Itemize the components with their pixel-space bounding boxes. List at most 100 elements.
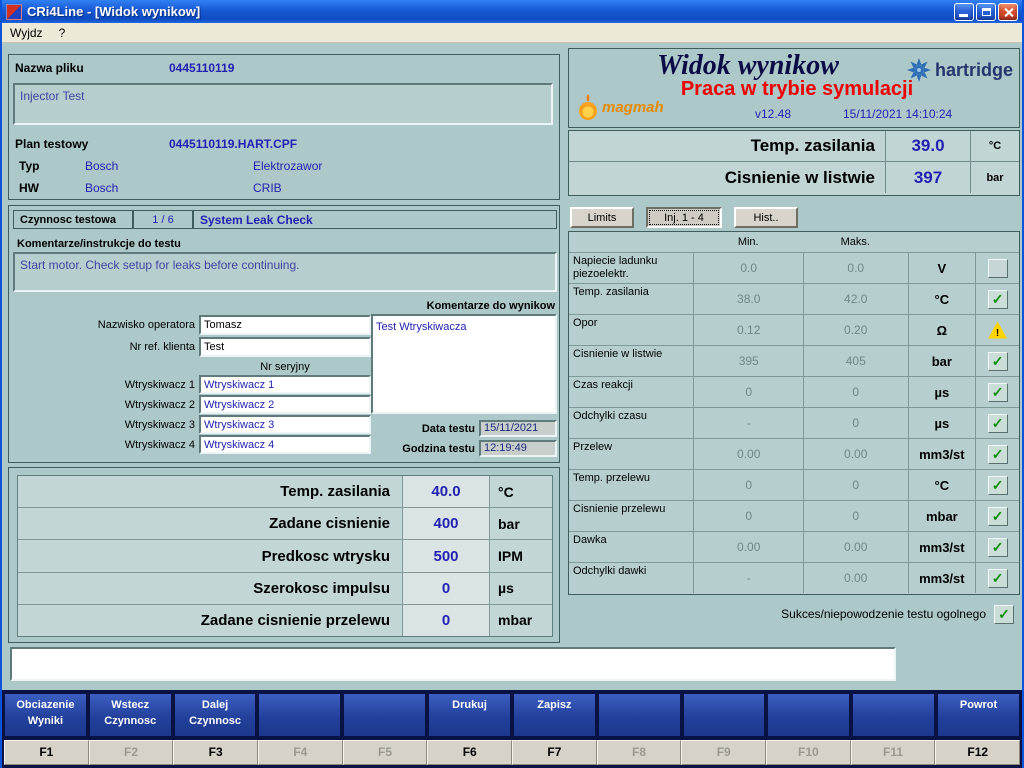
result-label: Temp. przelewu <box>569 470 693 500</box>
tab-inj-1-4[interactable]: Inj. 1 - 4 <box>646 207 722 228</box>
live-row: Temp. zasilania 39.0 °C <box>569 131 1019 162</box>
fn-button-f8[interactable] <box>598 693 681 737</box>
test-title-text: Injector Test <box>20 89 84 103</box>
tab-limits[interactable]: Limits <box>570 207 634 228</box>
injector-1-input[interactable] <box>199 375 371 394</box>
step-label: Czynnosc testowa <box>20 214 116 226</box>
fn-key-f9[interactable]: F9 <box>681 740 766 765</box>
setpoint-label: Zadane cisnienie przelewu <box>18 605 402 636</box>
fn-key-f3[interactable]: F3 <box>173 740 258 765</box>
header-panel: Widok wynikow Praca w trybie symulacji v… <box>568 48 1020 128</box>
status-icon: ✓ <box>988 507 1008 526</box>
fn-button-f7[interactable]: Zapisz <box>513 693 596 737</box>
result-max: 405 <box>803 346 908 376</box>
fn-button-f1[interactable]: ObciazenieWyniki <box>4 693 87 737</box>
setpoint-label: Predkosc wtrysku <box>18 540 402 571</box>
result-row: Przelew 0.00 0.00 mm3/st ✓ <box>569 438 1019 469</box>
fn-key-f2[interactable]: F2 <box>89 740 174 765</box>
step-counter: 1 / 6 <box>152 214 173 226</box>
window-title: CRi4Line - [Widok wynikow] <box>27 4 949 19</box>
fn-button-f4[interactable] <box>258 693 341 737</box>
close-button[interactable] <box>998 3 1018 21</box>
restore-icon <box>982 8 991 16</box>
step-name: System Leak Check <box>200 213 313 227</box>
step-name-box: System Leak Check <box>193 210 557 229</box>
result-label: Opor <box>569 315 693 345</box>
setpoint-label: Szerokosc impulsu <box>18 573 402 604</box>
app-window: CRi4Line - [Widok wynikow] Wyjdz ? Nazwa… <box>0 0 1024 768</box>
result-max: 0.00 <box>803 439 908 469</box>
test-time-value: 12:19:49 <box>479 440 557 457</box>
results-panel: Min. Maks. Napiecie ladunku piezoelektr.… <box>568 231 1020 595</box>
test-date-label: Data testu <box>309 423 475 435</box>
result-unit: °C <box>908 470 976 500</box>
test-step-panel: Czynnosc testowa 1 / 6 System Leak Check… <box>8 205 560 463</box>
tab-hist[interactable]: Hist.. <box>734 207 798 228</box>
status-icon: ✓ <box>988 445 1008 464</box>
result-max: 0 <box>803 408 908 438</box>
result-unit: mm3/st <box>908 563 976 593</box>
live-value: 39.0 <box>885 131 971 161</box>
result-label: Cisnienie przelewu <box>569 501 693 531</box>
status-icon: ✓ <box>988 476 1008 495</box>
injector-4-label: Wtryskiwacz 4 <box>29 439 195 451</box>
magmah-logo-text: magmah <box>602 99 664 116</box>
result-unit: µs <box>908 377 976 407</box>
fn-key-f1[interactable]: F1 <box>4 740 89 765</box>
serial-number-header: Nr seryjny <box>199 361 371 373</box>
setpoints-table: Temp. zasilania 40.0 °C Zadane cisnienie… <box>17 475 553 637</box>
client-ref-label: Nr ref. klienta <box>29 341 195 353</box>
result-max: 0 <box>803 377 908 407</box>
client-ref-input[interactable] <box>199 337 371 357</box>
fn-key-f10[interactable]: F10 <box>766 740 851 765</box>
result-min: 0 <box>693 377 803 407</box>
operator-input[interactable] <box>199 315 371 335</box>
live-row: Cisnienie w listwie 397 bar <box>569 162 1019 193</box>
fn-button-f3[interactable]: DalejCzynnosc <box>174 693 257 737</box>
minimize-button[interactable] <box>954 3 974 21</box>
fn-key-f7[interactable]: F7 <box>512 740 597 765</box>
live-values-panel: Temp. zasilania 39.0 °C Cisnienie w list… <box>568 130 1020 196</box>
title-bar: CRi4Line - [Widok wynikow] <box>2 0 1022 23</box>
setpoint-row: Temp. zasilania 40.0 °C <box>18 476 552 508</box>
hw-value: Bosch <box>85 181 118 195</box>
injector-2-input[interactable] <box>199 395 371 414</box>
setpoint-row: Zadane cisnienie 400 bar <box>18 508 552 540</box>
result-label: Cisnienie w listwie <box>569 346 693 376</box>
window-buttons <box>954 3 1018 21</box>
fn-button-f10[interactable] <box>767 693 850 737</box>
restore-button[interactable] <box>976 3 996 21</box>
step-comments-box[interactable]: Start motor. Check setup for leaks befor… <box>13 252 557 292</box>
setpoint-unit: °C <box>490 476 552 507</box>
fn-key-f12[interactable]: F12 <box>935 740 1020 765</box>
result-label: Temp. zasilania <box>569 284 693 314</box>
result-comments-box[interactable]: Test Wtryskiwacza <box>371 314 557 414</box>
setpoint-row: Szerokosc impulsu 0 µs <box>18 573 552 605</box>
fn-button-f11[interactable] <box>852 693 935 737</box>
result-min: 0.00 <box>693 532 803 562</box>
test-title-box[interactable]: Injector Test <box>13 83 553 125</box>
result-unit: mbar <box>908 501 976 531</box>
function-buttons-row: ObciazenieWyniki WsteczCzynnosc DalejCzy… <box>4 693 1020 737</box>
fn-button-f6[interactable]: Drukuj <box>428 693 511 737</box>
live-value: 397 <box>885 162 971 193</box>
fn-key-f4[interactable]: F4 <box>258 740 343 765</box>
menu-exit[interactable]: Wyjdz <box>10 26 43 40</box>
fn-key-f5[interactable]: F5 <box>343 740 428 765</box>
minimize-icon <box>959 14 968 17</box>
fn-button-f2[interactable]: WsteczCzynnosc <box>89 693 172 737</box>
fn-key-f8[interactable]: F8 <box>597 740 682 765</box>
result-unit: bar <box>908 346 976 376</box>
message-box[interactable] <box>10 647 896 681</box>
fn-button-f5[interactable] <box>343 693 426 737</box>
overall-result-row: Sukces/niepowodzenie testu ogolnego ✓ <box>568 603 1020 625</box>
injector-1-label: Wtryskiwacz 1 <box>29 379 195 391</box>
fn-key-f6[interactable]: F6 <box>427 740 512 765</box>
status-icon: ✓ <box>988 414 1008 433</box>
step-counter-box: 1 / 6 <box>133 210 193 229</box>
fn-button-f9[interactable] <box>683 693 766 737</box>
result-label: Przelew <box>569 439 693 469</box>
fn-button-f12[interactable]: Powrot <box>937 693 1020 737</box>
menu-help[interactable]: ? <box>59 26 66 40</box>
fn-key-f11[interactable]: F11 <box>851 740 936 765</box>
